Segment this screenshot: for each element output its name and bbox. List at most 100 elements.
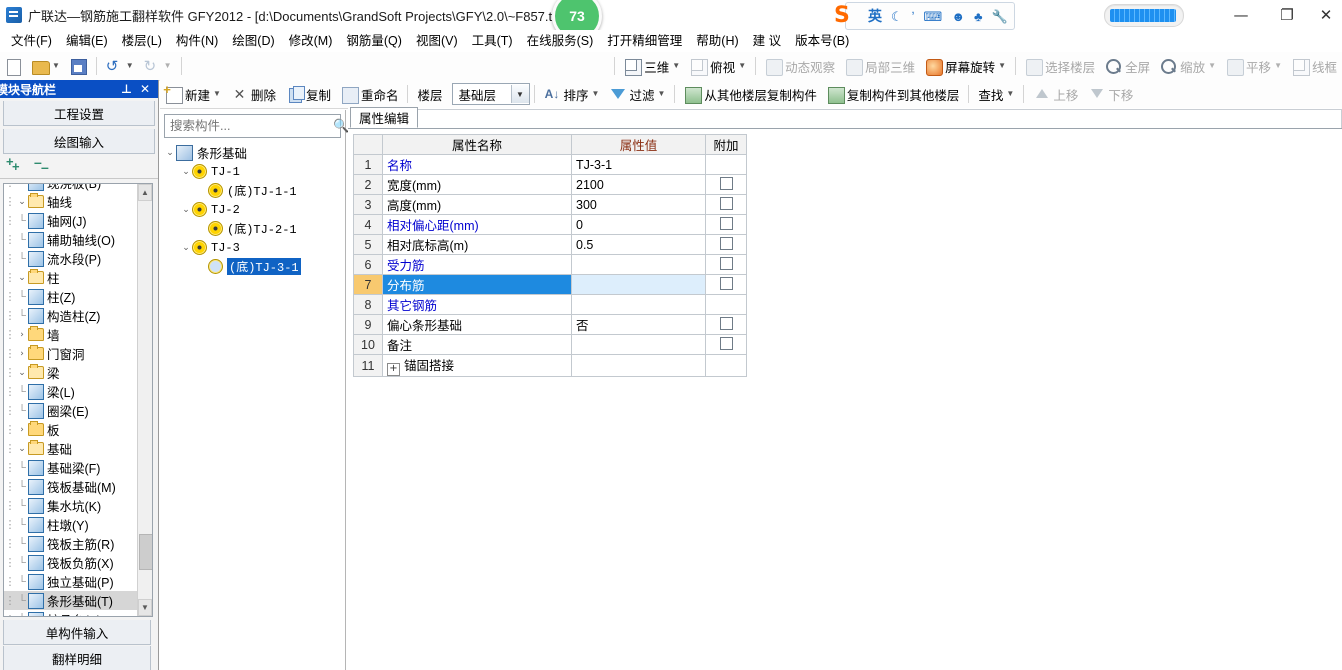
attach-cell[interactable] bbox=[705, 334, 747, 355]
attach-checkbox[interactable] bbox=[719, 177, 733, 190]
minimize-button[interactable]: — bbox=[1218, 0, 1264, 30]
attach-cell[interactable] bbox=[705, 174, 747, 195]
sidebar-item-group[interactable]: ⋮ › 板 bbox=[4, 420, 138, 439]
chevron-down-icon[interactable]: ▼ bbox=[1274, 62, 1282, 70]
sidebar-item-group[interactable]: ⋮ ⌄ 柱 bbox=[4, 268, 138, 287]
rename-button[interactable]: 重命名 bbox=[336, 83, 404, 106]
component-tree-item[interactable]: ⌄ TJ-3 bbox=[164, 238, 341, 257]
property-row[interactable]: 9 偏心条形基础 否 bbox=[353, 314, 747, 335]
attach-checkbox[interactable] bbox=[719, 317, 733, 330]
new-file-button[interactable] bbox=[0, 56, 27, 77]
sidebar-item-leaf[interactable]: ⋮ └ 筏板基础(M) bbox=[4, 477, 138, 496]
sidebar-item-group[interactable]: ⋮ ⌄ 基础 bbox=[4, 439, 138, 458]
tab-property-edit[interactable]: 属性编辑 bbox=[350, 107, 419, 128]
component-tree-item[interactable]: ⌄ (底)TJ-1-1 bbox=[164, 181, 341, 200]
tree-scrollbar[interactable]: ▲ ▼ bbox=[137, 184, 152, 616]
property-value-cell[interactable] bbox=[571, 334, 706, 355]
menu-item[interactable]: 构件(N) bbox=[169, 31, 225, 51]
sidebar-item-leaf[interactable]: ⋮ └ 筏板主筋(R) bbox=[4, 534, 138, 553]
attach-checkbox[interactable] bbox=[719, 237, 733, 250]
sidebar-item-leaf[interactable]: ⋮ └ 独立基础(P) bbox=[4, 572, 138, 591]
partial-3d-button[interactable]: 局部三维 bbox=[840, 55, 920, 78]
sidebar-item-leaf[interactable]: ⋮└ 桩承台(V) bbox=[4, 610, 138, 616]
wireframe-button[interactable]: 线框 bbox=[1287, 55, 1342, 78]
maximize-button[interactable]: ❐ bbox=[1264, 0, 1310, 30]
fullscreen-button[interactable]: 全屏 bbox=[1100, 55, 1155, 78]
sidebar-item-leaf[interactable]: ⋮ └ 流水段(P) bbox=[4, 249, 138, 268]
ime-keyboard-icon[interactable]: ⌨ bbox=[924, 10, 943, 23]
screen-rotate-button[interactable]: 屏幕旋转 ▼ bbox=[920, 55, 1011, 78]
property-value-cell[interactable] bbox=[571, 274, 706, 295]
attach-checkbox[interactable] bbox=[719, 337, 733, 350]
property-value-cell[interactable]: 2100 bbox=[571, 174, 706, 195]
chevron-down-icon[interactable]: ⌄ bbox=[16, 444, 28, 454]
pin-icon[interactable]: ⊥ bbox=[121, 80, 132, 98]
copy-to-other-floor-button[interactable]: 复制构件到其他楼层 bbox=[822, 83, 965, 106]
sidebar-item-group[interactable]: ⋮ › 门窗洞 bbox=[4, 344, 138, 363]
ime-moon-icon[interactable]: ☾ bbox=[891, 10, 903, 23]
chevron-down-icon[interactable]: ⌄ bbox=[180, 205, 192, 215]
open-file-button[interactable]: ▼ bbox=[27, 56, 65, 77]
chevron-down-icon[interactable]: ▼ bbox=[52, 62, 60, 70]
chevron-right-icon[interactable]: › bbox=[16, 330, 28, 340]
sidebar-item-leaf[interactable]: ⋮ └ 轴网(J) bbox=[4, 211, 138, 230]
chevron-down-icon[interactable]: ⌄ bbox=[16, 273, 28, 283]
expand-all-icon[interactable] bbox=[6, 154, 22, 174]
ime-user-icon[interactable]: ☻ bbox=[951, 10, 965, 23]
property-value-cell[interactable] bbox=[571, 294, 706, 315]
attach-cell[interactable] bbox=[705, 254, 747, 275]
property-value-cell[interactable]: 0.5 bbox=[571, 234, 706, 255]
sidebar-item-leaf[interactable]: ⋮└ 现浇板(B) bbox=[4, 184, 138, 192]
chevron-down-icon[interactable]: ▼ bbox=[213, 90, 221, 98]
sidebar-item-leaf[interactable]: ⋮ └ 圈梁(E) bbox=[4, 401, 138, 420]
attach-cell[interactable] bbox=[705, 194, 747, 215]
sort-button[interactable]: A↓ 排序 ▼ bbox=[539, 83, 605, 106]
chevron-down-icon[interactable]: ▼ bbox=[126, 62, 134, 70]
chevron-down-icon[interactable]: ⌄ bbox=[180, 243, 192, 253]
expand-icon[interactable]: + bbox=[387, 363, 400, 376]
ime-comma-icon[interactable]: ʼ bbox=[912, 10, 915, 23]
chevron-down-icon[interactable]: ▼ bbox=[592, 90, 600, 98]
band-drawing-input[interactable]: 绘图输入 bbox=[3, 129, 155, 154]
search-icon[interactable]: 🔍 bbox=[333, 118, 349, 134]
sidebar-item-leaf[interactable]: ⋮ └ 基础梁(F) bbox=[4, 458, 138, 477]
attach-checkbox[interactable] bbox=[719, 197, 733, 210]
property-value-cell[interactable] bbox=[571, 254, 706, 275]
sidebar-item-leaf[interactable]: ⋮ └ 梁(L) bbox=[4, 382, 138, 401]
filter-button[interactable]: 过滤 ▼ bbox=[604, 83, 670, 106]
attach-checkbox[interactable] bbox=[719, 217, 733, 230]
menu-item[interactable]: 打开精细管理 bbox=[600, 31, 689, 51]
menu-item[interactable]: 编辑(E) bbox=[59, 31, 115, 51]
component-tree-item[interactable]: ⌄ TJ-1 bbox=[164, 162, 341, 181]
chevron-right-icon[interactable]: › bbox=[16, 425, 28, 435]
property-value-cell[interactable]: 否 bbox=[571, 314, 706, 335]
sidebar-item-group[interactable]: ⋮ ⌄ 轴线 bbox=[4, 192, 138, 211]
menu-item[interactable]: 钢筋量(Q) bbox=[339, 31, 409, 51]
chevron-down-icon[interactable]: ▼ bbox=[1208, 62, 1216, 70]
cube-top-button[interactable]: 俯视 ▼ bbox=[685, 55, 751, 78]
menu-item[interactable]: 帮助(H) bbox=[689, 31, 745, 51]
property-row[interactable]: 8 其它钢筋 bbox=[353, 294, 747, 315]
property-value-cell[interactable]: 0 bbox=[571, 214, 706, 235]
find-button[interactable]: 查找 ▼ bbox=[973, 83, 1019, 106]
sidebar-item-group[interactable]: ⋮ › 墙 bbox=[4, 325, 138, 344]
menu-item[interactable]: 工具(T) bbox=[465, 31, 520, 51]
attach-checkbox[interactable] bbox=[719, 277, 733, 290]
menu-item[interactable]: 修改(M) bbox=[282, 31, 340, 51]
attach-checkbox[interactable] bbox=[719, 257, 733, 270]
zoom-button[interactable]: 缩放 ▼ bbox=[1155, 55, 1221, 78]
sidebar-item-leaf[interactable]: ⋮ └ 柱(Z) bbox=[4, 287, 138, 306]
component-tree-item[interactable]: ⌄ (底)TJ-3-1 bbox=[164, 257, 341, 276]
band-single-component-input[interactable]: 单构件输入 bbox=[3, 620, 151, 645]
collapse-all-icon[interactable] bbox=[34, 154, 50, 175]
ime-skin-icon[interactable]: ♣ bbox=[974, 10, 983, 23]
band-detail-list[interactable]: 翻样明细 bbox=[3, 646, 151, 670]
close-button[interactable]: ✕ bbox=[1310, 0, 1342, 30]
menu-item[interactable]: 文件(F) bbox=[4, 31, 59, 51]
scroll-down-button[interactable]: ▼ bbox=[138, 599, 152, 616]
chevron-down-icon[interactable]: ⌄ bbox=[16, 368, 28, 378]
attach-cell[interactable] bbox=[705, 274, 747, 295]
property-row[interactable]: 1 名称 TJ-3-1 bbox=[353, 154, 747, 175]
menu-item[interactable]: 建 议 bbox=[746, 31, 788, 51]
sidebar-item-leaf[interactable]: ⋮ └ 柱墩(Y) bbox=[4, 515, 138, 534]
